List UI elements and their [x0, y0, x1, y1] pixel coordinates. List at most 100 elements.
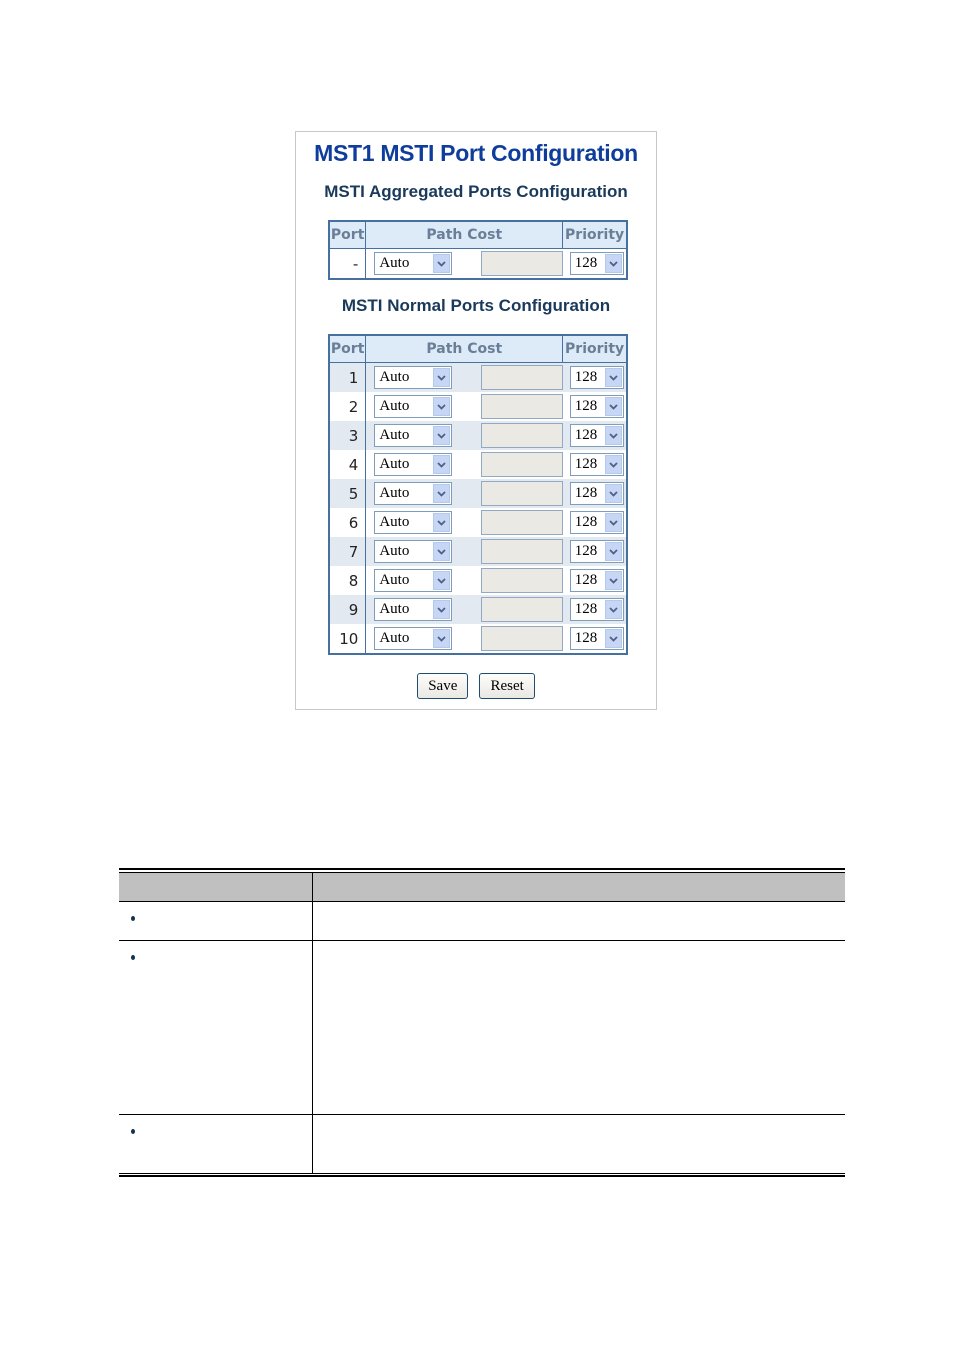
port-row: 7 Auto 128: [329, 537, 627, 566]
column-header-priority: Priority: [562, 335, 627, 363]
chevron-down-icon[interactable]: [433, 542, 451, 561]
path-cost-mode-value: Auto: [379, 485, 410, 501]
path-cost-select[interactable]: Auto: [374, 453, 453, 476]
path-cost-select[interactable]: Auto: [374, 511, 453, 534]
path-cost-mode-value: Auto: [379, 543, 410, 559]
port-row: 1 Auto 128: [329, 362, 627, 392]
priority-select[interactable]: 128: [569, 424, 624, 447]
path-cost-input[interactable]: [480, 568, 563, 593]
priority-select[interactable]: 128: [569, 252, 624, 275]
path-cost-mode-value: Auto: [379, 456, 410, 472]
priority-select[interactable]: 128: [569, 511, 624, 534]
priority-select[interactable]: 128: [569, 395, 624, 418]
chevron-down-icon[interactable]: [433, 254, 451, 273]
priority-value: 128: [574, 255, 598, 271]
port-number: -: [329, 248, 367, 279]
path-cost-input[interactable]: [480, 626, 563, 651]
path-cost-input[interactable]: [480, 394, 563, 419]
priority-select[interactable]: 128: [569, 627, 624, 650]
priority-select[interactable]: 128: [569, 366, 624, 389]
chevron-down-icon[interactable]: [433, 571, 451, 590]
path-cost-input[interactable]: [480, 452, 563, 477]
port-row: 9 Auto 128: [329, 595, 627, 624]
chevron-down-icon[interactable]: [433, 455, 451, 474]
save-button[interactable]: Save: [417, 673, 469, 699]
path-cost-input[interactable]: [480, 597, 563, 622]
port-row: 5 Auto 128: [329, 479, 627, 508]
chevron-down-icon[interactable]: [433, 513, 451, 532]
chevron-down-icon[interactable]: [604, 426, 622, 445]
chevron-down-icon[interactable]: [604, 397, 622, 416]
column-header-path-cost: Path Cost: [365, 221, 564, 249]
port-number: 8: [329, 566, 367, 595]
column-header-priority: Priority: [562, 221, 627, 249]
path-cost-select[interactable]: Auto: [374, 569, 453, 592]
priority-select[interactable]: 128: [569, 569, 624, 592]
path-cost-mode-value: Auto: [379, 427, 410, 443]
priority-select[interactable]: 128: [569, 540, 624, 563]
path-cost-select[interactable]: Auto: [374, 395, 453, 418]
priority-value: 128: [574, 543, 598, 559]
chevron-down-icon[interactable]: [604, 254, 622, 273]
column-header-port: Port: [329, 335, 367, 363]
path-cost-select[interactable]: Auto: [374, 252, 453, 275]
chevron-down-icon[interactable]: [604, 629, 622, 648]
path-cost-select[interactable]: Auto: [374, 424, 453, 447]
path-cost-select[interactable]: Auto: [374, 366, 453, 389]
column-header-port: Port: [329, 221, 367, 249]
path-cost-select[interactable]: Auto: [374, 540, 453, 563]
chevron-down-icon[interactable]: [433, 368, 451, 387]
path-cost-input[interactable]: [480, 251, 563, 276]
normal-ports-table: Port Path Cost Priority 1 Auto 128 2 Auto 128…: [328, 334, 628, 655]
chevron-down-icon[interactable]: [433, 397, 451, 416]
path-cost-select[interactable]: Auto: [374, 627, 453, 650]
path-cost-input[interactable]: [480, 481, 563, 506]
aggregated-section-title: MSTI Aggregated Ports Configuration: [324, 182, 628, 201]
port-number: 1: [329, 362, 367, 392]
path-cost-input[interactable]: [480, 539, 563, 564]
chevron-down-icon[interactable]: [604, 542, 622, 561]
row-divider: [119, 901, 845, 902]
chevron-down-icon[interactable]: [433, 629, 451, 648]
chevron-down-icon[interactable]: [604, 513, 622, 532]
bullet-icon: [131, 955, 135, 960]
priority-select[interactable]: 128: [569, 482, 624, 505]
table-top-rule: [119, 868, 845, 870]
column-header-path-cost: Path Cost: [365, 335, 564, 363]
chevron-down-icon[interactable]: [604, 600, 622, 619]
priority-value: 128: [574, 514, 598, 530]
row-divider: [119, 940, 845, 941]
row-divider: [119, 1114, 845, 1115]
priority-value: 128: [574, 485, 598, 501]
port-row: 6 Auto 128: [329, 508, 627, 537]
path-cost-mode-value: Auto: [379, 601, 410, 617]
chevron-down-icon[interactable]: [604, 571, 622, 590]
port-number: 4: [329, 450, 367, 479]
chevron-down-icon[interactable]: [604, 368, 622, 387]
chevron-down-icon[interactable]: [604, 484, 622, 503]
chevron-down-icon[interactable]: [433, 426, 451, 445]
bullet-icon: [131, 916, 135, 921]
port-number: 5: [329, 479, 367, 508]
path-cost-input[interactable]: [480, 510, 563, 535]
path-cost-select[interactable]: Auto: [374, 482, 453, 505]
port-row: 2 Auto 128: [329, 392, 627, 421]
column-divider: [312, 873, 313, 1174]
path-cost-mode-value: Auto: [379, 255, 410, 271]
chevron-down-icon[interactable]: [433, 484, 451, 503]
chevron-down-icon[interactable]: [433, 600, 451, 619]
button-row: Save Reset: [296, 673, 656, 699]
aggregated-ports-table: Port Path Cost Priority - Auto 128: [328, 220, 628, 280]
path-cost-mode-value: Auto: [379, 630, 410, 646]
priority-select[interactable]: 128: [569, 453, 624, 476]
priority-value: 128: [574, 369, 598, 385]
path-cost-input[interactable]: [480, 423, 563, 448]
port-number: 7: [329, 537, 367, 566]
reset-button[interactable]: Reset: [479, 673, 535, 699]
priority-value: 128: [574, 572, 598, 588]
path-cost-select[interactable]: Auto: [374, 598, 453, 621]
chevron-down-icon[interactable]: [604, 455, 622, 474]
path-cost-input[interactable]: [480, 365, 563, 390]
port-row: - Auto 128: [329, 248, 627, 279]
priority-select[interactable]: 128: [569, 598, 624, 621]
